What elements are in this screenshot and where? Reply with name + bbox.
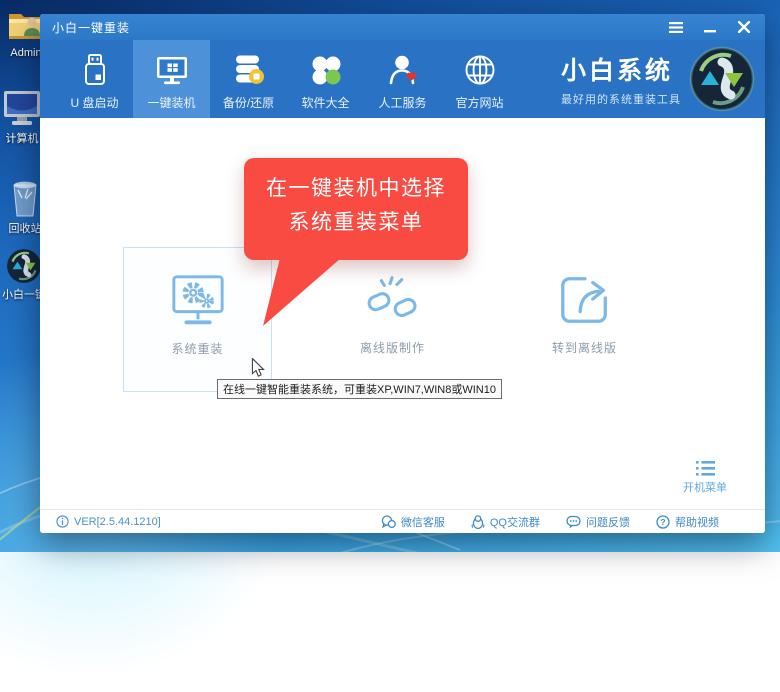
recycle-bin-icon (13, 181, 37, 217)
app-window: 小白一键重装 U 盘启动 一键装机 备份/还原 软件大全 人工服务 官方网站 小… (40, 14, 765, 533)
qq-icon (471, 514, 485, 529)
version-info: VER[2.5.44.1210] (56, 515, 161, 528)
xiaobai-logo-icon (7, 249, 41, 283)
tab-label: 一键装机 (147, 96, 196, 110)
system-reinstall-icon (171, 275, 224, 325)
card-label: 离线版制作 (359, 341, 425, 355)
tab-label: 人工服务 (378, 96, 427, 110)
tooltip: 在线一键智能重装系统，可重装XP,WIN7,WIN8或WIN10 (217, 379, 502, 399)
tab-software-collection[interactable]: 软件大全 (287, 40, 364, 118)
info-icon (56, 515, 69, 528)
callout-bubble-tail (263, 258, 341, 326)
minimize-icon[interactable] (701, 19, 719, 35)
footer-link-label: 微信客服 (400, 516, 445, 529)
brand-area: 小白系统 最好用的系统重装工具 (561, 40, 757, 118)
service-icon (389, 55, 416, 85)
brand-title: 小白系统 (561, 57, 674, 85)
svg-text:?: ? (660, 517, 665, 527)
boot-menu-label: 开机菜单 (683, 482, 727, 494)
tab-one-click-install[interactable]: 一键装机 (133, 40, 210, 118)
brand-tagline: 最好用的系统重装工具 (561, 94, 681, 106)
usb-icon (84, 54, 105, 85)
feedback-bubble-icon (566, 515, 581, 528)
titlebar[interactable]: 小白一键重装 (40, 14, 765, 40)
footer-link-help-video[interactable]: ? 帮助视频 (656, 514, 719, 530)
version-text: VER[2.5.44.1210] (74, 515, 161, 528)
mouse-cursor (251, 358, 265, 377)
boot-menu-button[interactable]: 开机菜单 (673, 461, 737, 495)
boot-menu-list-icon (695, 461, 715, 476)
footer-link-qq[interactable]: QQ交流群 (471, 514, 540, 530)
footer-link-feedback[interactable]: 问题反馈 (566, 514, 630, 530)
tab-label: 官方网站 (455, 96, 504, 110)
computer-icon (4, 91, 40, 125)
website-icon (465, 55, 494, 85)
tab-human-service[interactable]: 人工服务 (364, 40, 441, 118)
wechat-icon (381, 514, 396, 528)
broken-link-icon (367, 276, 417, 318)
xiaobai-logo-icon (689, 46, 755, 112)
menu-icon[interactable] (667, 19, 685, 35)
tab-label: U 盘启动 (70, 96, 119, 110)
installer-icon (156, 57, 187, 85)
help-icon: ? (656, 514, 670, 529)
callout-line2: 系统重装菜单 (288, 211, 424, 235)
tab-label: 备份/还原 (222, 96, 275, 110)
backup-icon (235, 55, 264, 84)
go-offline-icon (560, 277, 607, 323)
footer-link-label: 帮助视频 (675, 516, 719, 529)
callout-bubble: 在一键装机中选择 系统重装菜单 (244, 158, 468, 260)
window-title: 小白一键重装 (52, 20, 131, 35)
tab-official-website[interactable]: 官方网站 (441, 40, 518, 118)
close-icon[interactable] (735, 19, 753, 35)
tab-label: 软件大全 (301, 96, 350, 110)
main-content: 系统重装 离线版制作 转到离线版 在一键装机中选择 系统重装菜单 在线一键智能重… (40, 118, 765, 509)
footer-bar: VER[2.5.44.1210] 微信客服 QQ交流群 问题反馈 ? 帮助视频 (40, 509, 765, 533)
card-go-to-offline-version[interactable]: 转到离线版 (510, 247, 659, 392)
card-label: 系统重装 (171, 342, 224, 356)
callout-line1: 在一键装机中选择 (266, 177, 446, 200)
footer-link-wechat[interactable]: 微信客服 (381, 514, 445, 530)
card-label: 转到离线版 (551, 341, 617, 355)
footer-link-label: 问题反馈 (586, 516, 630, 529)
footer-link-label: QQ交流群 (489, 516, 540, 529)
tab-usb-boot[interactable]: U 盘启动 (56, 40, 133, 118)
tab-backup-restore[interactable]: 备份/还原 (210, 40, 287, 118)
software-icon (312, 56, 340, 85)
